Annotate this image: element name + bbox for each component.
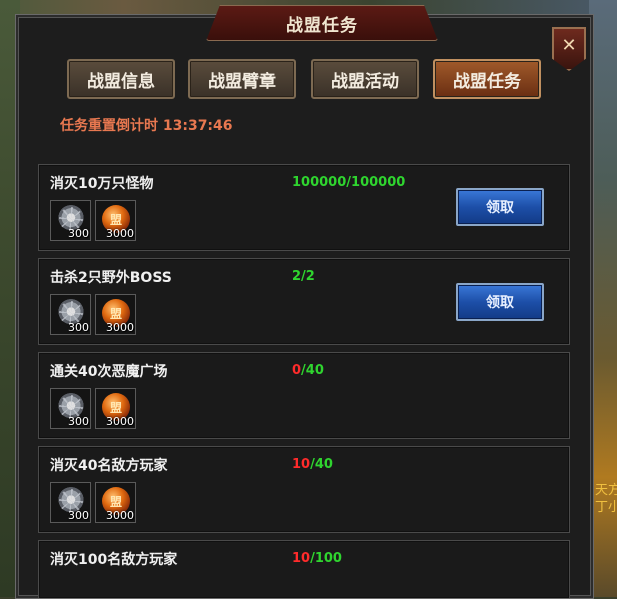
task-progress: 0/40 (292, 363, 324, 378)
progress-total: 100000 (351, 175, 406, 190)
reward-slot[interactable]: 300 (50, 200, 91, 241)
task-row: 通关40次恶魔广场 0/40 300 盟 3000 (38, 352, 570, 439)
reward-slot[interactable]: 盟 3000 (95, 388, 136, 429)
reward-list: 300 盟 3000 (50, 482, 136, 523)
progress-current: 100000 (292, 175, 347, 190)
reward-quantity: 3000 (106, 509, 134, 522)
progress-total: 40 (314, 457, 333, 472)
task-name: 击杀2只野外BOSS (50, 270, 172, 286)
reward-slot[interactable]: 盟 3000 (95, 200, 136, 241)
progress-current: 10 (292, 457, 311, 472)
progress-total: 100 (314, 551, 342, 566)
claim-button[interactable]: 领取 (456, 188, 544, 226)
reward-quantity: 3000 (106, 227, 134, 240)
panel-title: 战盟任务 (206, 5, 438, 41)
task-name: 消灭10万只怪物 (50, 176, 154, 192)
progress-current: 0 (292, 363, 302, 378)
task-name: 消灭40名敌方玩家 (50, 458, 168, 474)
reset-countdown: 任务重置倒计时 13:37:46 (60, 118, 233, 134)
background-side-text: 天方 丁小 (595, 483, 617, 515)
reward-slot[interactable]: 300 (50, 482, 91, 523)
reward-slot[interactable]: 300 (50, 294, 91, 335)
progress-total: 40 (305, 363, 324, 378)
close-button[interactable]: ✕ (552, 27, 586, 71)
task-name: 通关40次恶魔广场 (50, 364, 168, 380)
alliance-task-panel: 战盟任务 ✕ 战盟信息 战盟臂章 战盟活动 战盟任务 任务重置倒计时 13:37… (15, 5, 594, 599)
reward-quantity: 300 (68, 415, 89, 428)
progress-total: 2 (305, 269, 315, 284)
tab-alliance-info[interactable]: 战盟信息 (67, 59, 175, 99)
task-progress: 2/2 (292, 269, 315, 284)
reward-quantity: 300 (68, 509, 89, 522)
tab-alliance-armband[interactable]: 战盟臂章 (188, 59, 296, 99)
reward-list: 300 盟 3000 (50, 294, 136, 335)
task-progress: 100000/100000 (292, 175, 405, 190)
progress-current: 2 (292, 269, 302, 284)
progress-current: 10 (292, 551, 311, 566)
reward-quantity: 3000 (106, 415, 134, 428)
task-name: 消灭100名敌方玩家 (50, 552, 178, 568)
close-icon: ✕ (561, 35, 577, 56)
reward-list: 300 盟 3000 (50, 200, 136, 241)
reward-quantity: 300 (68, 227, 89, 240)
tab-bar: 战盟信息 战盟臂章 战盟活动 战盟任务 (67, 59, 547, 99)
tab-alliance-tasks[interactable]: 战盟任务 (433, 59, 541, 99)
reward-list: 300 盟 3000 (50, 388, 136, 429)
tab-alliance-activity[interactable]: 战盟活动 (311, 59, 419, 99)
reward-quantity: 300 (68, 321, 89, 334)
reward-slot[interactable]: 盟 3000 (95, 482, 136, 523)
reward-quantity: 3000 (106, 321, 134, 334)
task-row: 消灭10万只怪物 100000/100000 300 盟 3000 领取 (38, 164, 570, 251)
reward-slot[interactable]: 盟 3000 (95, 294, 136, 335)
task-row: 击杀2只野外BOSS 2/2 300 盟 3000 领取 (38, 258, 570, 345)
task-progress: 10/100 (292, 551, 342, 566)
claim-button[interactable]: 领取 (456, 283, 544, 321)
task-progress: 10/40 (292, 457, 333, 472)
task-row: 消灭40名敌方玩家 10/40 300 盟 3000 (38, 446, 570, 533)
task-row: 消灭100名敌方玩家 10/100 (38, 540, 570, 598)
reward-slot[interactable]: 300 (50, 388, 91, 429)
